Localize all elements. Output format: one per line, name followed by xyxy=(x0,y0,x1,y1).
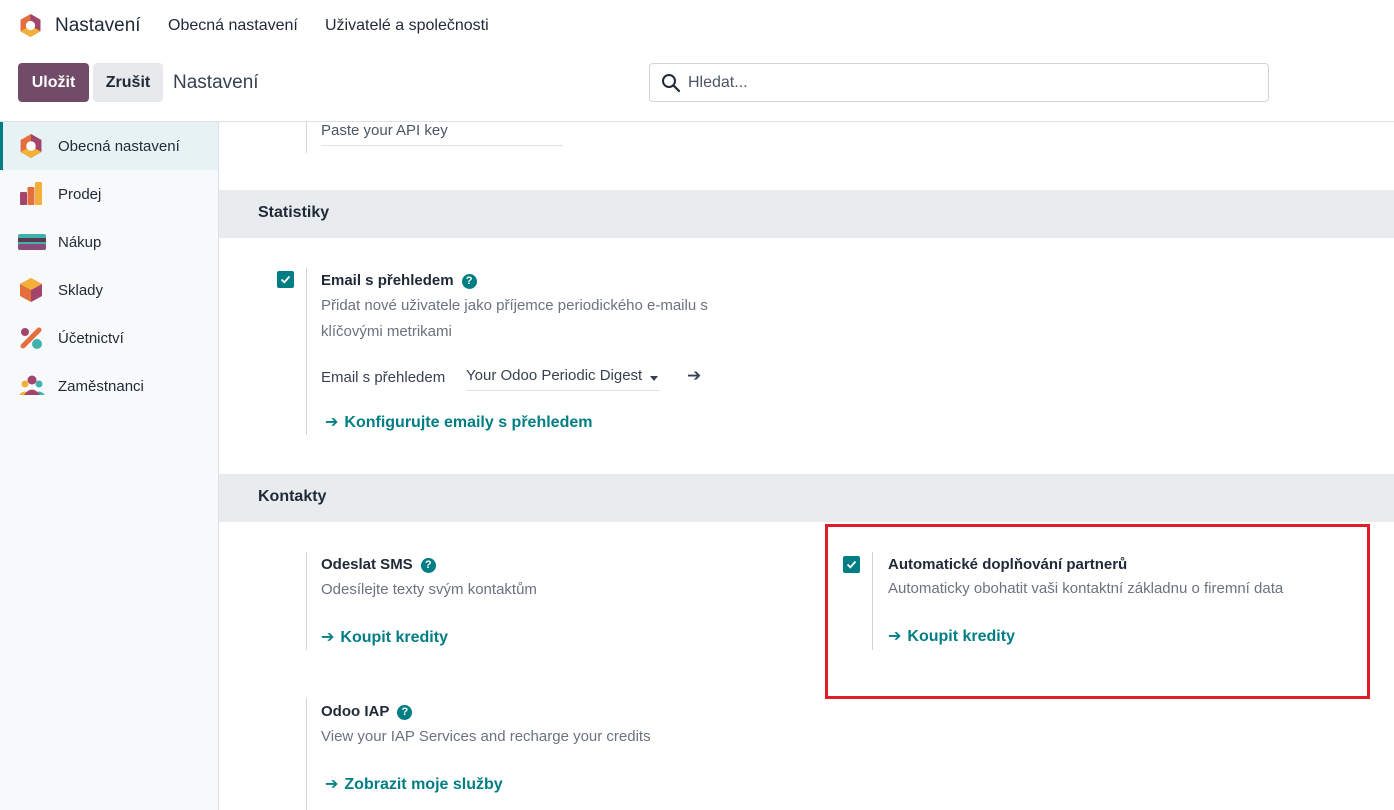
purchase-app-icon xyxy=(18,234,46,250)
digest-select[interactable]: Your Odoo Periodic Digest xyxy=(466,367,661,391)
api-key-input[interactable]: Paste your API key xyxy=(321,122,563,146)
sidebar-item-employees[interactable]: Zaměstnanci xyxy=(0,362,218,410)
accounting-app-icon xyxy=(20,327,42,349)
section-header-statistics: Statistiky xyxy=(219,190,1394,238)
arrow-right-icon: ➔ xyxy=(325,414,339,431)
setting-divider xyxy=(306,698,307,810)
sidebar-item-purchase[interactable]: Nákup xyxy=(0,218,218,266)
arrow-right-icon: ➔ xyxy=(325,776,339,793)
highlight-annotation-box xyxy=(825,524,1370,699)
arrow-right-icon: ➔ xyxy=(321,629,335,646)
iap-setting-title: Odoo IAP? xyxy=(321,703,413,720)
digest-setting-title: Email s přehledem? xyxy=(321,272,477,289)
sms-description: Odesílejte texty svým kontaktům xyxy=(321,581,537,598)
section-header-contacts: Kontakty xyxy=(219,474,1394,522)
sidebar-item-accounting[interactable]: Účetnictví xyxy=(0,314,218,362)
search-box[interactable] xyxy=(649,63,1269,102)
sidebar-item-inventory[interactable]: Sklady xyxy=(0,266,218,314)
sidebar-item-label: Nákup xyxy=(58,233,102,251)
digest-description: Přidat nové uživatele jako příjemce peri… xyxy=(321,297,708,340)
sidebar-item-label: Prodej xyxy=(58,185,102,203)
app-name[interactable]: Nastavení xyxy=(55,15,141,37)
inventory-app-icon xyxy=(20,278,42,302)
setting-divider xyxy=(306,268,307,435)
search-input[interactable] xyxy=(688,64,1248,101)
help-icon[interactable]: ? xyxy=(397,705,413,720)
cancel-button[interactable]: Zrušit xyxy=(93,63,163,102)
iap-description: View your IAP Services and recharge your… xyxy=(321,728,651,745)
help-icon[interactable]: ? xyxy=(420,558,436,573)
settings-sidebar: Obecná nastavení Prodej Nákup Sklady Úče… xyxy=(0,122,219,810)
settings-content: Paste your API key Statistiky Email s př… xyxy=(219,122,1394,810)
sidebar-item-label: Zaměstnanci xyxy=(58,377,144,395)
search-icon xyxy=(662,74,681,93)
menu-general-settings[interactable]: Obecná nastavení xyxy=(168,17,298,35)
help-icon[interactable]: ? xyxy=(461,274,477,289)
configure-digest-link[interactable]: ➔ Konfigurujte emaily s přehledem xyxy=(325,412,592,432)
sidebar-item-general-settings[interactable]: Obecná nastavení xyxy=(0,122,218,170)
sms-setting-title: Odeslat SMS? xyxy=(321,556,436,573)
digest-checkbox[interactable] xyxy=(277,271,294,288)
caret-down-icon xyxy=(650,376,659,381)
internal-link-arrow-icon[interactable]: ➔ xyxy=(687,366,701,386)
sidebar-item-label: Sklady xyxy=(58,281,104,299)
sidebar-item-label: Účetnictví xyxy=(58,329,124,347)
setting-divider xyxy=(306,122,307,153)
setting-divider xyxy=(306,552,307,650)
sales-app-icon xyxy=(20,182,42,205)
page-title: Nastavení xyxy=(173,72,259,93)
digest-field-label: Email s přehledem xyxy=(321,369,446,386)
top-navbar: Nastavení Obecná nastavení Uživatelé a s… xyxy=(0,0,1394,52)
digest-select-value: Your Odoo Periodic Digest xyxy=(466,367,643,384)
employees-app-icon xyxy=(19,375,45,395)
section-title: Statistiky xyxy=(258,204,330,221)
section-title: Kontakty xyxy=(258,488,327,505)
sidebar-item-label: Obecná nastavení xyxy=(58,137,180,155)
settings-app-icon xyxy=(20,134,42,158)
save-button[interactable]: Uložit xyxy=(18,63,89,102)
settings-app-logo-icon[interactable] xyxy=(18,13,43,38)
sidebar-item-sales[interactable]: Prodej xyxy=(0,170,218,218)
menu-users-companies[interactable]: Uživatelé a společnosti xyxy=(325,17,489,35)
view-my-services-link[interactable]: ➔ Zobrazit moje služby xyxy=(325,774,503,794)
sms-buy-credits-link[interactable]: ➔ Koupit kredity xyxy=(321,627,448,647)
